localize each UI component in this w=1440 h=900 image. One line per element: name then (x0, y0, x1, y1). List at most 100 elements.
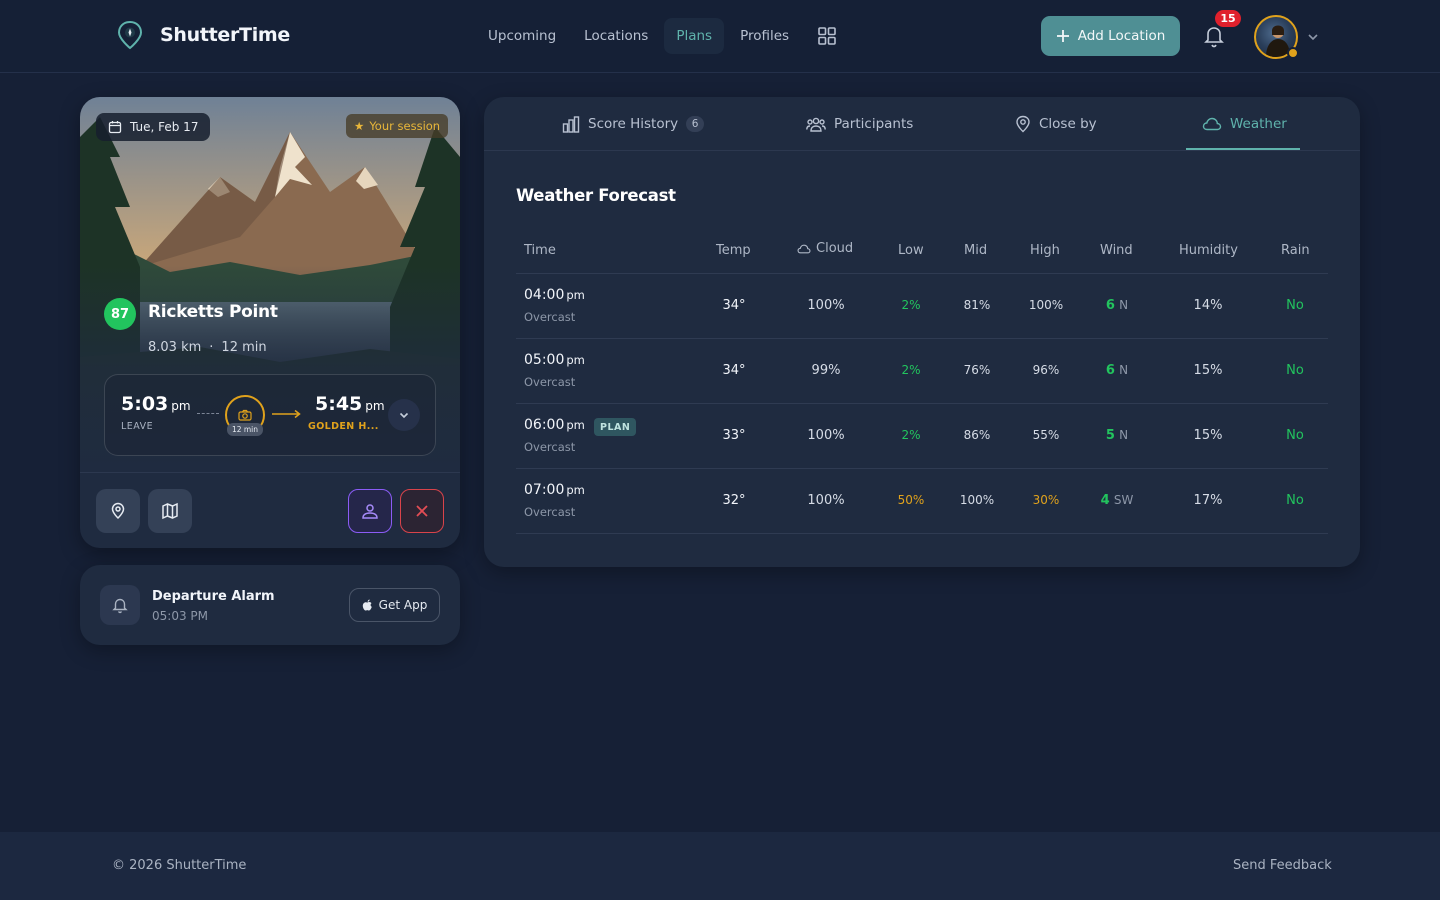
row-condition: Overcast (524, 505, 576, 519)
row-cloud: 99% (811, 363, 841, 378)
location-name[interactable]: Ricketts Point (148, 302, 278, 322)
col-time: Time (524, 243, 556, 258)
row-condition: Overcast (524, 375, 576, 389)
nav-plans[interactable]: Plans (664, 18, 725, 54)
alarm-title: Departure Alarm (152, 589, 275, 604)
weather-table: Time Temp Cloud Low Mid High Wind Humidi… (516, 226, 1328, 534)
col-cloud: Cloud (797, 241, 853, 256)
weather-row[interactable]: 07:00 pm Overcast 32° 100% 50% 100% 30% 4… (516, 469, 1328, 534)
location-score-badge: 87 (104, 298, 136, 330)
remove-plan-button[interactable] (400, 489, 444, 533)
row-cloud: 100% (807, 298, 845, 313)
notification-count-badge: 15 (1215, 10, 1241, 27)
col-mid: Mid (964, 243, 988, 258)
account-menu-toggle[interactable] (1306, 29, 1320, 48)
golden-hour-time: 5:45 pm (315, 393, 385, 415)
row-temp: 33° (722, 428, 746, 443)
row-wind: 6 N (1105, 298, 1129, 313)
row-cloud: 100% (807, 493, 845, 508)
row-low-cloud: 50% (897, 493, 925, 507)
location-pin-logo-icon (117, 20, 143, 50)
col-high: High (1030, 243, 1060, 258)
col-temp: Temp (716, 243, 751, 258)
open-location-button[interactable] (96, 489, 140, 533)
timing-summary: 5:03 pm LEAVE 12 min 5:45 pm GOLDEN H... (104, 374, 436, 456)
row-temp: 34° (722, 363, 746, 378)
open-map-button[interactable] (148, 489, 192, 533)
tab-close-by[interactable]: Close by (1015, 97, 1097, 151)
row-condition: Overcast (524, 310, 576, 324)
chevron-down-icon (399, 412, 409, 419)
row-time: 04:00 pm (524, 287, 585, 303)
apps-grid-button[interactable] (809, 18, 845, 54)
row-rain: No (1286, 428, 1304, 443)
travel-duration-badge: 12 min (227, 423, 263, 436)
weather-forecast-title: Weather Forecast (516, 186, 676, 205)
get-app-button[interactable]: Get App (349, 588, 440, 622)
nav-profiles[interactable]: Profiles (728, 18, 801, 54)
tab-participants[interactable]: Participants (806, 97, 913, 151)
row-wind: 6 N (1105, 363, 1129, 378)
row-time: 06:00 pm (524, 417, 585, 433)
session-date: Tue, Feb 17 (130, 120, 199, 134)
row-humidity: 15% (1193, 428, 1223, 443)
bell-icon (112, 598, 128, 614)
add-location-button[interactable]: Add Location (1041, 16, 1180, 56)
row-high-cloud: 100% (1028, 298, 1064, 312)
location-drive-time: 12 min (221, 340, 267, 355)
avatar-status-dot (1287, 47, 1299, 59)
leave-label: LEAVE (121, 421, 154, 432)
alarm-icon-tile (100, 585, 140, 625)
row-wind: 5 N (1105, 428, 1129, 443)
session-date-pill: Tue, Feb 17 (96, 113, 211, 141)
arrow-right-icon (272, 409, 301, 419)
calendar-icon (108, 121, 122, 134)
nav-locations[interactable]: Locations (572, 18, 660, 54)
tab-score-history[interactable]: Score History 6 (562, 97, 705, 151)
col-humidity: Humidity (1179, 243, 1238, 258)
row-mid-cloud: 76% (963, 363, 991, 377)
get-app-label: Get App (378, 598, 428, 612)
close-icon (416, 505, 428, 517)
row-rain: No (1286, 363, 1304, 378)
active-tab-indicator (1186, 148, 1300, 150)
chevron-down-icon (1308, 34, 1318, 41)
row-mid-cloud: 81% (963, 298, 991, 312)
cloud-icon (1202, 117, 1222, 131)
tab-weather[interactable]: Weather (1202, 97, 1287, 151)
users-icon (806, 117, 826, 132)
row-humidity: 15% (1193, 363, 1223, 378)
weather-table-header: Time Temp Cloud Low Mid High Wind Humidi… (516, 226, 1328, 274)
location-distance: 8.03 km (148, 340, 202, 355)
weather-row-plan[interactable]: 06:00 pm PLAN Overcast 33° 100% 2% 86% 55… (516, 404, 1328, 469)
expand-timing-button[interactable] (388, 399, 420, 431)
send-feedback-link[interactable]: Send Feedback (1233, 858, 1332, 873)
col-wind: Wind (1100, 243, 1133, 258)
row-rain: No (1286, 493, 1304, 508)
camera-icon (238, 409, 252, 421)
meta-separator: · (209, 340, 214, 355)
departure-alarm-card: Departure Alarm 05:03 PM Get App (80, 565, 460, 645)
row-high-cloud: 55% (1032, 428, 1060, 442)
details-tabs: Score History 6 Participants Close by We… (484, 97, 1360, 151)
brand[interactable]: ShutterTime (116, 20, 290, 50)
row-time: 07:00 pm (524, 482, 585, 498)
map-pin-icon (1016, 115, 1030, 133)
star-icon: ★ (354, 119, 365, 133)
row-low-cloud: 2% (901, 428, 921, 442)
your-session-badge: ★ Your session (346, 114, 449, 138)
row-humidity: 14% (1193, 298, 1223, 313)
row-humidity: 17% (1193, 493, 1223, 508)
col-rain: Rain (1281, 243, 1310, 258)
user-group-icon (362, 504, 378, 519)
weather-row[interactable]: 04:00 pm Overcast 34° 100% 2% 81% 100% 6 … (516, 274, 1328, 339)
participants-button[interactable] (348, 489, 392, 533)
nav-upcoming[interactable]: Upcoming (476, 18, 568, 54)
row-temp: 32° (722, 493, 746, 508)
row-low-cloud: 2% (901, 363, 921, 377)
tab-participants-label: Participants (834, 116, 914, 132)
tab-score-history-label: Score History (588, 116, 679, 132)
weather-row[interactable]: 05:00 pm Overcast 34° 99% 2% 76% 96% 6 N … (516, 339, 1328, 404)
score-history-count-badge: 6 (686, 116, 705, 132)
plus-icon (1056, 30, 1069, 42)
